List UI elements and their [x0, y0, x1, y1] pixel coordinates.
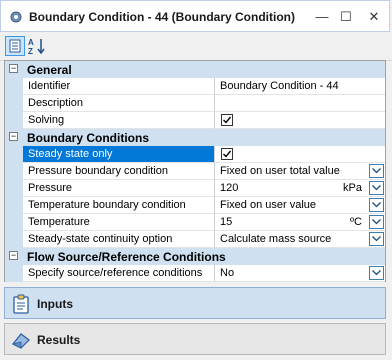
property-name: Steady-state continuity option — [23, 231, 215, 248]
pressure-value[interactable]: 120 — [220, 182, 238, 194]
property-name-selected: Steady state only — [23, 146, 215, 163]
property-row-temperature[interactable]: Temperature 15 ºC — [5, 214, 385, 231]
identifier-value[interactable]: Boundary Condition - 44 — [215, 78, 385, 95]
close-button[interactable]: ✕ — [363, 7, 385, 27]
chevron-down-icon — [372, 202, 381, 208]
property-grid: − General Identifier Boundary Condition … — [4, 60, 386, 282]
collapse-toggle[interactable]: − — [9, 64, 18, 73]
steady-state-checkbox[interactable] — [221, 148, 233, 160]
categorized-view-button[interactable] — [5, 36, 25, 56]
alphabetical-sort-button[interactable]: A Z — [27, 36, 47, 56]
continuity-option-dropdown-button[interactable] — [369, 232, 384, 246]
property-row-temperature-bc[interactable]: Temperature boundary condition Fixed on … — [5, 197, 385, 214]
pressure-bc-value[interactable]: Fixed on user total value — [220, 165, 340, 177]
results-label: Results — [37, 333, 81, 347]
property-row-specify-source[interactable]: Specify source/reference conditions No — [5, 265, 385, 282]
property-toolbar: A Z — [0, 32, 392, 61]
property-name: Description — [23, 95, 215, 112]
specify-source-value[interactable]: No — [220, 267, 234, 279]
continuity-option-value[interactable]: Calculate mass source — [220, 233, 331, 245]
description-value[interactable] — [215, 95, 385, 112]
svg-text:Z: Z — [28, 47, 33, 56]
property-name: Specify source/reference conditions — [23, 265, 215, 282]
results-panel-button[interactable]: Results — [4, 323, 386, 355]
category-label: Boundary Conditions — [27, 131, 149, 145]
title-bar: Boundary Condition - 44 (Boundary Condit… — [0, 0, 390, 32]
temperature-unit: ºC — [350, 216, 362, 228]
property-row-pressure[interactable]: Pressure 120 kPa — [5, 180, 385, 197]
temperature-bc-value[interactable]: Fixed on user value — [220, 199, 316, 211]
property-name: Pressure boundary condition — [23, 163, 215, 180]
property-name: Temperature — [23, 214, 215, 231]
alphabetical-sort-icon: A Z — [28, 38, 45, 56]
chevron-down-icon — [372, 185, 381, 191]
chevron-down-icon — [372, 270, 381, 276]
pressure-unit: kPa — [343, 182, 362, 194]
chevron-down-icon — [372, 236, 381, 242]
app-gear-icon — [10, 11, 22, 23]
specify-source-dropdown-button[interactable] — [369, 266, 384, 280]
inputs-label: Inputs — [37, 297, 73, 311]
inputs-panel-button[interactable]: Inputs — [4, 287, 386, 319]
pressure-bc-dropdown-button[interactable] — [369, 164, 384, 178]
maximize-button[interactable]: ☐ — [335, 7, 357, 27]
property-row-solving[interactable]: Solving — [5, 112, 385, 129]
chevron-down-icon — [372, 168, 381, 174]
collapse-toggle[interactable]: − — [9, 132, 18, 141]
property-name: Solving — [23, 112, 215, 129]
checkmark-icon — [223, 116, 232, 124]
category-general[interactable]: − General — [5, 61, 385, 78]
property-row-identifier[interactable]: Identifier Boundary Condition - 44 — [5, 78, 385, 95]
property-row-pressure-bc[interactable]: Pressure boundary condition Fixed on use… — [5, 163, 385, 180]
solving-checkbox[interactable] — [221, 114, 233, 126]
categorized-view-icon — [9, 39, 21, 53]
property-name: Identifier — [23, 78, 215, 95]
collapse-toggle[interactable]: − — [9, 251, 18, 260]
temperature-bc-dropdown-button[interactable] — [369, 198, 384, 212]
checkmark-icon — [223, 150, 232, 158]
temperature-unit-dropdown-button[interactable] — [369, 215, 384, 229]
category-label: General — [27, 63, 72, 77]
svg-text:A: A — [28, 38, 34, 47]
clipboard-icon — [13, 294, 29, 314]
pressure-unit-dropdown-button[interactable] — [369, 181, 384, 195]
window-title: Boundary Condition - 44 (Boundary Condit… — [29, 10, 295, 24]
chevron-down-icon — [372, 219, 381, 225]
category-label: Flow Source/Reference Conditions — [27, 250, 226, 264]
property-name: Temperature boundary condition — [23, 197, 215, 214]
minimize-button[interactable]: — — [311, 7, 333, 27]
category-boundary-conditions[interactable]: − Boundary Conditions — [5, 129, 385, 146]
property-row-continuity-option[interactable]: Steady-state continuity option Calculate… — [5, 231, 385, 248]
property-row-description[interactable]: Description — [5, 95, 385, 112]
property-row-steady-state-only[interactable]: Steady state only — [5, 146, 385, 163]
results-icon — [11, 333, 30, 349]
property-name: Pressure — [23, 180, 215, 197]
temperature-value[interactable]: 15 — [220, 216, 232, 228]
category-flow-source[interactable]: − Flow Source/Reference Conditions — [5, 248, 385, 265]
